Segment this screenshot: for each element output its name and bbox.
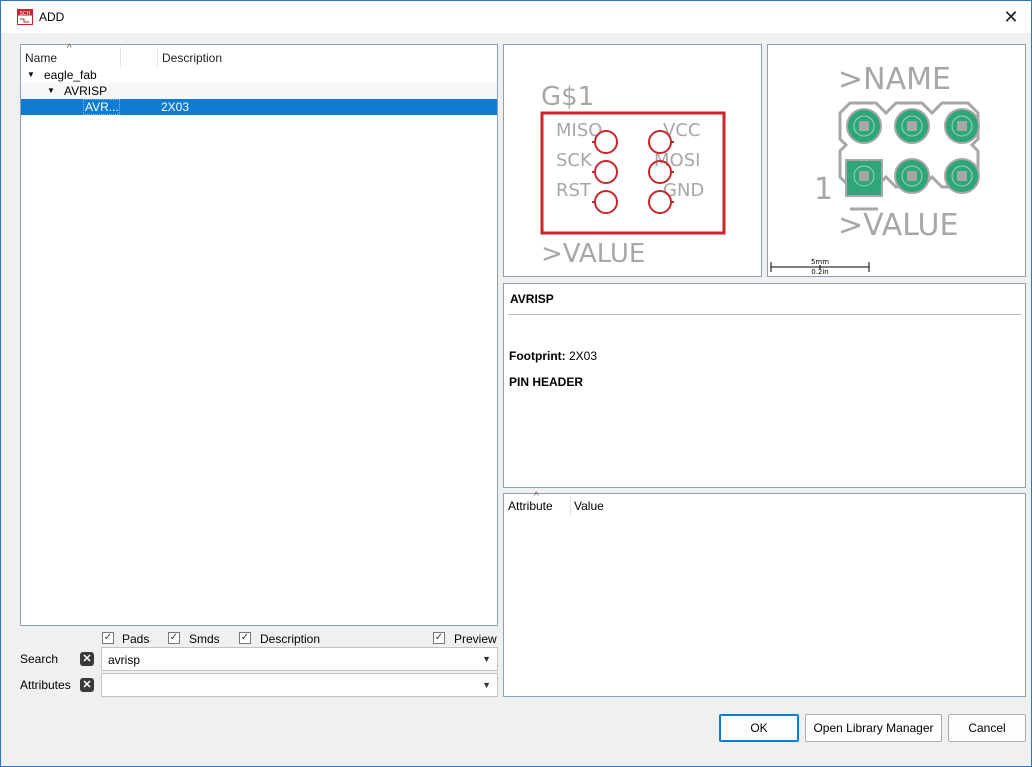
smds-label[interactable]: Smds [189,632,220,646]
footprint-line: Footprint: 2X03 [509,349,597,363]
footprint-label: Footprint: [509,349,566,363]
symbol-drawing: G$1 MISO SCK RST VCC MOSI GND >VALUE [540,82,726,269]
scale-label-mm: 5mm [811,258,829,266]
pads [845,108,980,197]
tree-row-name: eagle_fab [44,68,97,82]
column-divider[interactable] [570,496,571,516]
attributes-filter-label: Attributes [20,678,71,692]
smds-checkbox[interactable]: ✓ [168,632,180,644]
tree-row-eagle-fab[interactable]: ▼ eagle_fab [21,67,497,83]
attributes-filter-input[interactable]: ▼ [101,673,498,697]
pin-label-rst: RST [556,180,592,201]
pin-circle [594,190,618,214]
clear-attributes-icon[interactable]: ✕ [80,678,94,692]
cancel-button[interactable]: Cancel [948,714,1026,742]
pin-label-vcc: VCC [663,120,700,141]
tree-row-avrisp[interactable]: ▼ AVRISP [21,83,497,99]
sort-ascending-icon: ^ [67,43,72,54]
column-header-description[interactable]: Description [162,51,222,65]
package-value-label: >VALUE [838,208,958,243]
pin-circle [594,160,618,184]
pads-checkbox[interactable]: ✓ [102,632,114,644]
title-bar: SCH ADD ✕ [1,1,1031,33]
divider [508,314,1021,315]
symbol-value-label: >VALUE [541,239,645,269]
description-filter-label[interactable]: Description [260,632,320,646]
preview-label[interactable]: Preview [454,632,497,646]
symbol-name-label: G$1 [541,82,594,112]
close-icon[interactable]: ✕ [999,5,1023,29]
description-panel: AVRISP Footprint: 2X03 PIN HEADER [503,283,1026,488]
schematic-app-icon: SCH [17,9,33,25]
library-tree[interactable]: ^ Name Description ▼ eagle_fab ▼ AVRISP … [20,43,498,626]
svg-text:SCH: SCH [20,11,31,17]
window-title: ADD [39,10,65,24]
pads-label[interactable]: Pads [122,632,149,646]
add-dialog: SCH ADD ✕ ^ Name Description ▼ eagle_fab… [0,0,1032,767]
column-header-attribute[interactable]: Attribute [508,499,553,513]
tree-row-name: AVRISP [64,84,108,98]
column-divider[interactable] [120,47,121,67]
device-description-text: PIN HEADER [509,375,584,389]
search-value: avrisp [108,653,141,667]
column-divider[interactable] [157,47,158,67]
search-input[interactable]: avrisp ▼ [101,647,498,671]
column-header-value[interactable]: Value [574,499,604,513]
ok-button[interactable]: OK [719,714,799,742]
expand-arrow-icon[interactable]: ▼ [47,86,55,95]
tree-row-name: AVR... [85,100,119,114]
pin-circle [594,130,618,154]
pin-1-label: 1 [814,172,833,207]
description-checkbox[interactable]: ✓ [239,632,251,644]
scale-label-in: 0.2in [811,268,829,276]
package-drawing: >NAME 1 >VALUE 5mm 0.2in [770,62,980,276]
package-preview: >NAME 1 >VALUE 5mm 0.2in [767,44,1026,277]
chevron-down-icon[interactable]: ▼ [482,654,491,664]
expand-arrow-icon[interactable]: ▼ [27,70,35,79]
search-label: Search [20,652,59,666]
tree-header: ^ Name Description [21,43,497,67]
attributes-table[interactable]: ^ Attribute Value [503,491,1026,697]
package-name-label: >NAME [838,62,951,97]
preview-checkbox[interactable]: ✓ [433,632,445,644]
column-header-name[interactable]: Name [25,51,57,65]
tree-row-avrisp-device[interactable]: AVR... 2X03 [21,99,497,115]
device-title: AVRISP [510,292,554,306]
symbol-preview: G$1 MISO SCK RST VCC MOSI GND >VALUE [503,44,762,277]
scale-bar: 5mm 0.2in [770,258,870,276]
tree-row-description: 2X03 [161,100,190,114]
pin-circle [648,190,672,214]
footprint-value: 2X03 [569,349,598,363]
clear-search-icon[interactable]: ✕ [80,652,94,666]
chevron-down-icon[interactable]: ▼ [482,680,491,690]
open-library-manager-button[interactable]: Open Library Manager [805,714,942,742]
pin-label-sck: SCK [556,150,593,171]
